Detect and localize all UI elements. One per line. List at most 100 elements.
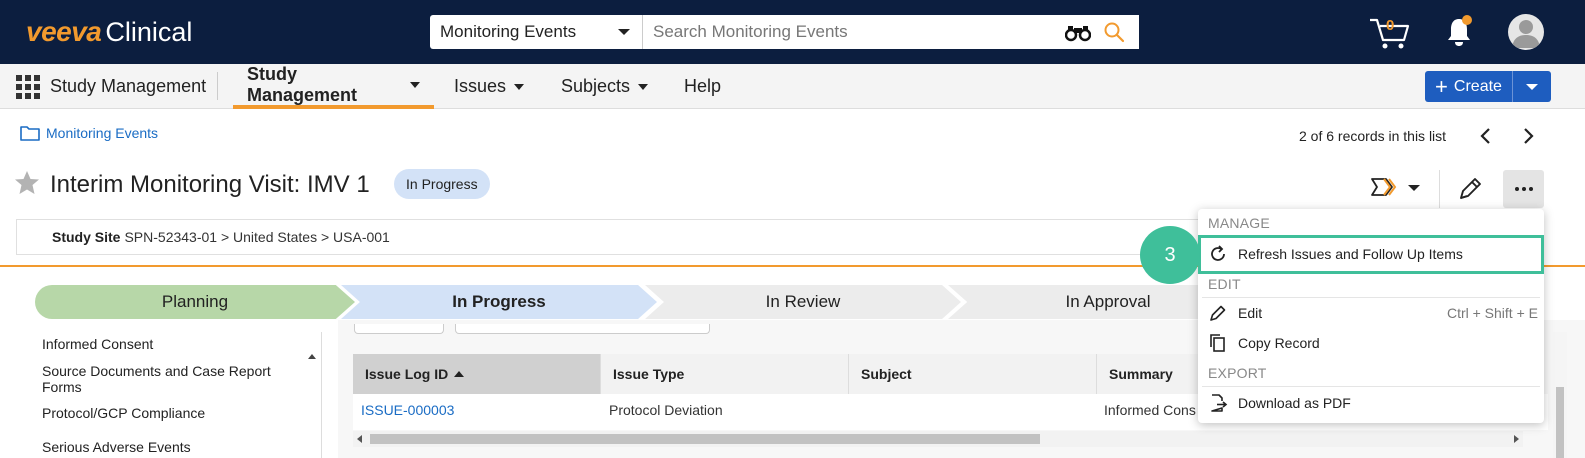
notifications-bell-icon[interactable] <box>1444 14 1474 48</box>
horizontal-scrollbar[interactable] <box>353 431 1523 447</box>
lifecycle-stage-in-progress[interactable]: In Progress <box>341 285 657 319</box>
scroll-right-icon[interactable] <box>1514 435 1519 443</box>
user-icon <box>1512 20 1540 48</box>
column-header-label: Subject <box>861 366 912 382</box>
download-document-icon <box>1211 394 1228 412</box>
section-nav-scrollbar[interactable] <box>304 346 320 458</box>
column-header-label: Issue Type <box>613 366 685 382</box>
breadcrumb[interactable]: Monitoring Events <box>20 125 158 141</box>
menu-item-label: Download as PDF <box>1238 395 1351 411</box>
column-header-label: Issue Log ID <box>365 366 449 382</box>
more-actions-button[interactable] <box>1503 170 1544 208</box>
plus-icon: + <box>1435 73 1448 99</box>
create-button-group: + Create <box>1425 71 1551 102</box>
menu-item-edit[interactable]: Edit Ctrl + Shift + E <box>1208 299 1538 327</box>
scrollbar-thumb[interactable] <box>1556 387 1564 458</box>
grid-toolbar-filter[interactable] <box>455 324 710 334</box>
logo-brand: veeva <box>26 16 102 47</box>
chevron-down-icon[interactable] <box>1408 185 1420 191</box>
page-title: Interim Monitoring Visit: IMV 1 <box>50 171 370 198</box>
tab-issues[interactable]: Issues <box>440 64 538 109</box>
top-bar: veeva Clinical Monitoring Events 0 <box>0 0 1585 64</box>
menu-separator <box>1202 386 1540 387</box>
scroll-up-icon[interactable] <box>308 354 316 359</box>
menu-section-export: EXPORT <box>1208 365 1267 381</box>
study-site-value: SPN-52343-01 > United States > USA-001 <box>124 229 390 245</box>
menu-item-copy-record[interactable]: Copy Record <box>1208 329 1538 357</box>
lifecycle-stage-planning[interactable]: Planning <box>35 285 355 319</box>
tab-study-management[interactable]: Study Management <box>233 64 434 109</box>
lifecycle-stage-in-review[interactable]: In Review <box>645 285 961 319</box>
section-nav-panel: Informed Consent Source Documents and Ca… <box>0 332 322 458</box>
summary-cell: Informed Cons <box>1104 402 1196 418</box>
app-nav-bar: Study Management Study Management Issues… <box>0 64 1585 109</box>
create-dropdown-button[interactable] <box>1513 71 1551 102</box>
edit-pencil-icon[interactable] <box>1456 175 1484 203</box>
menu-item-label: Edit <box>1238 305 1263 321</box>
section-nav-item[interactable]: Informed Consent <box>42 336 292 352</box>
chevron-down-icon <box>410 81 420 88</box>
issue-type-cell: Protocol Deviation <box>609 402 723 418</box>
sort-ascending-icon <box>454 371 465 377</box>
menu-separator <box>1202 297 1540 298</box>
dot <box>1528 187 1533 191</box>
header-divider <box>1439 170 1440 208</box>
tab-help[interactable]: Help <box>670 64 735 109</box>
study-site-label: Study Site <box>52 229 121 245</box>
next-record-icon[interactable] <box>1516 124 1540 148</box>
dot <box>1521 187 1526 191</box>
logo-product: Clinical <box>105 17 193 47</box>
step-number-badge: 3 <box>1140 226 1200 284</box>
issue-id-link[interactable]: ISSUE-000003 <box>361 402 454 418</box>
tab-label: Subjects <box>561 76 631 96</box>
tab-subjects[interactable]: Subjects <box>547 64 662 109</box>
nav-divider <box>217 72 218 100</box>
status-badge: In Progress <box>394 169 490 199</box>
cart-count-badge: 0 <box>1386 17 1395 34</box>
search-scope-label: Monitoring Events <box>440 22 577 41</box>
create-button[interactable]: + Create <box>1425 71 1513 102</box>
copy-icon <box>1210 334 1225 352</box>
menu-section-edit: EDIT <box>1208 276 1241 292</box>
column-header-issue-type[interactable]: Issue Type <box>601 354 849 394</box>
menu-item-label: Copy Record <box>1238 335 1320 351</box>
scroll-left-icon[interactable] <box>357 435 362 443</box>
study-site-field: Study Site SPN-52343-01 > United States >… <box>16 219 1246 255</box>
column-header-issue-log-id[interactable]: Issue Log ID <box>353 354 601 394</box>
edit-pencil-icon <box>1210 305 1226 321</box>
column-header-label: Summary <box>1109 366 1173 382</box>
section-nav-item[interactable]: Source Documents and Case Report Forms <box>42 363 292 395</box>
folder-icon <box>20 126 40 141</box>
workflow-actions-icon[interactable] <box>1370 176 1400 198</box>
menu-item-download-pdf[interactable]: Download as PDF <box>1208 389 1538 417</box>
section-nav-item[interactable]: Serious Adverse Events <box>42 439 292 455</box>
veeva-clinical-logo[interactable]: veeva Clinical <box>26 16 192 48</box>
app-name: Study Management <box>50 76 207 96</box>
keyboard-shortcut: Ctrl + Shift + E <box>1446 305 1538 321</box>
chevron-down-icon <box>514 83 525 90</box>
breadcrumb-link[interactable]: Monitoring Events <box>46 125 158 141</box>
app-launcher-grid-icon[interactable] <box>16 75 40 99</box>
binoculars-icon[interactable] <box>1065 24 1091 42</box>
previous-record-icon[interactable] <box>1474 124 1498 148</box>
dot <box>1514 187 1519 191</box>
chevron-down-icon <box>1526 83 1538 90</box>
search-icon[interactable] <box>1103 21 1125 43</box>
column-header-subject[interactable]: Subject <box>849 354 1097 394</box>
menu-section-manage: MANAGE <box>1208 215 1270 231</box>
search-scope-select[interactable]: Monitoring Events <box>430 15 643 49</box>
tab-label: Study Management <box>247 63 358 105</box>
chevron-down-icon <box>638 83 649 90</box>
grid-toolbar-control[interactable] <box>354 324 444 334</box>
favorite-star-icon[interactable] <box>14 170 40 196</box>
section-nav-item[interactable]: Protocol/GCP Compliance <box>42 405 292 421</box>
vertical-scrollbar[interactable] <box>1553 332 1567 458</box>
user-avatar[interactable] <box>1508 14 1544 50</box>
step-highlight-box <box>1198 235 1544 274</box>
global-search: Monitoring Events <box>430 15 1139 49</box>
record-position-text: 2 of 6 records in this list <box>1299 128 1447 144</box>
chevron-down-icon <box>618 29 630 35</box>
tab-label: Help <box>684 76 722 96</box>
scrollbar-thumb[interactable] <box>370 434 1040 444</box>
create-label: Create <box>1453 77 1502 95</box>
